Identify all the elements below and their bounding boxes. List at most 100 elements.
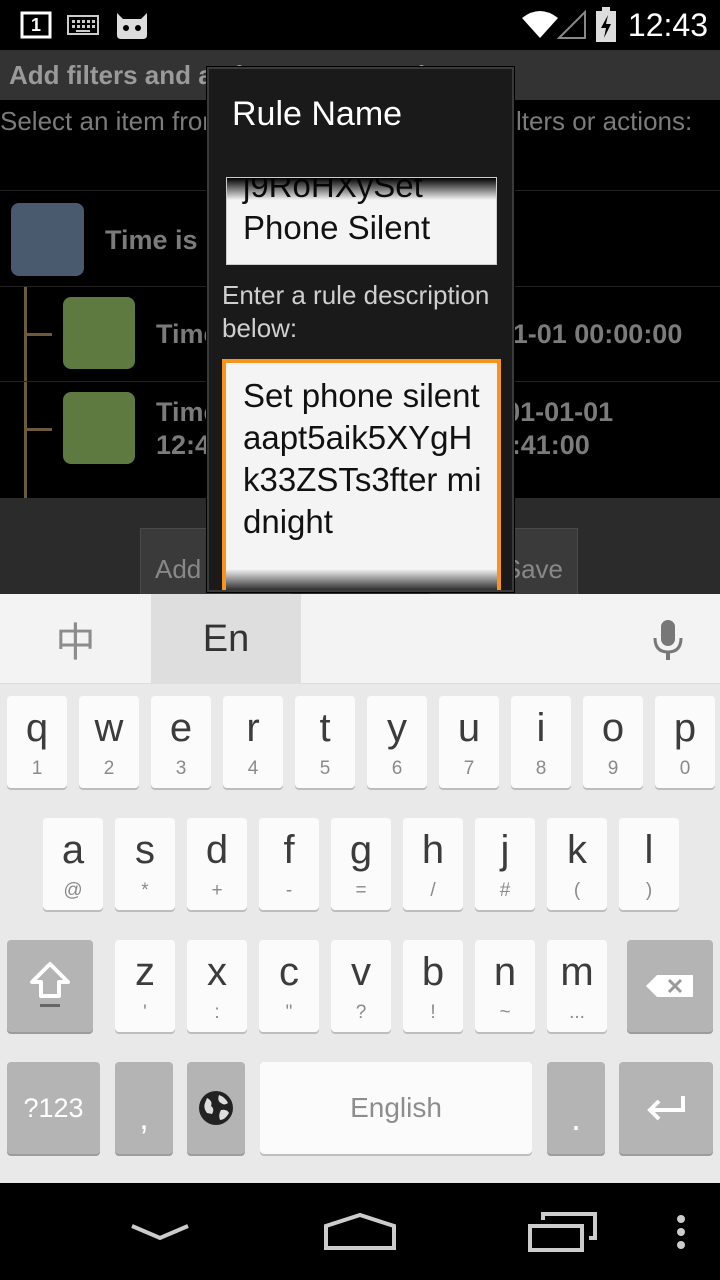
- home-icon[interactable]: [310, 1183, 410, 1280]
- keyboard-icon: [66, 0, 100, 50]
- key-alt-label: !: [430, 1002, 436, 1023]
- key-alt-label: ?: [355, 1002, 367, 1023]
- key-c[interactable]: c ": [259, 940, 319, 1032]
- shift-arrow-icon: [30, 962, 70, 1007]
- key-label: e: [169, 706, 193, 750]
- symbols-key[interactable]: ?123: [7, 1062, 100, 1154]
- key-label: s: [135, 828, 155, 872]
- key-label: n: [493, 950, 517, 994]
- key-label: v: [351, 950, 371, 994]
- key-g[interactable]: g =: [331, 818, 391, 910]
- period-key-label: .: [570, 1097, 581, 1138]
- key-label: o: [601, 706, 625, 750]
- key-b[interactable]: b!: [403, 940, 463, 1032]
- key-a[interactable]: a @: [43, 818, 103, 910]
- rule-name-dialog: Rule Name j9RoHXySet Phone Silent Enter …: [207, 67, 514, 592]
- period-key[interactable]: .: [547, 1062, 605, 1154]
- navigation-bar: [0, 1183, 720, 1280]
- key-t[interactable]: t5: [295, 696, 355, 788]
- key-label: y: [387, 706, 407, 750]
- key-label: h: [421, 828, 445, 872]
- battery-charging-icon: [592, 0, 620, 50]
- tree-branch: [24, 428, 52, 431]
- key-e[interactable]: e3: [151, 696, 211, 788]
- chinese-input-button[interactable]: 中: [0, 594, 151, 684]
- key-alt-label: #: [499, 880, 511, 901]
- key-alt-label: +: [211, 880, 223, 901]
- key-x[interactable]: x:: [187, 940, 247, 1032]
- key-i[interactable]: i8: [511, 696, 571, 788]
- dialog-title: Rule Name: [232, 95, 403, 133]
- rule-description-input[interactable]: Set phone silent aapt5aik5XYgHk33ZSTs3ft…: [222, 359, 501, 590]
- key-alt-label: 1: [31, 758, 43, 779]
- key-label: f: [283, 828, 295, 872]
- key-alt-label: ): [645, 880, 653, 901]
- key-u[interactable]: u7: [439, 696, 499, 788]
- microphone-icon[interactable]: [648, 618, 688, 662]
- key-label: k: [567, 828, 587, 872]
- key-z[interactable]: z ': [115, 940, 175, 1032]
- key-alt-label: /: [430, 880, 436, 901]
- status-bar: 1 12:43: [0, 0, 720, 50]
- key-label: d: [205, 828, 229, 872]
- backspace-icon: [646, 975, 693, 997]
- space-key[interactable]: English: [260, 1062, 532, 1154]
- key-l[interactable]: l): [619, 818, 679, 910]
- key-label: x: [207, 950, 227, 994]
- key-alt-label: ~: [499, 1002, 511, 1023]
- rule-name-input[interactable]: j9RoHXySet Phone Silent: [226, 177, 497, 265]
- enter-key[interactable]: [619, 1062, 713, 1154]
- key-label: a: [61, 828, 85, 872]
- key-label: g: [349, 828, 373, 872]
- key-alt-label: 0: [679, 758, 691, 779]
- key-alt-label: -: [285, 880, 293, 901]
- key-label: u: [457, 706, 481, 750]
- key-y[interactable]: y6: [367, 696, 427, 788]
- key-alt-label: ': [143, 1002, 147, 1023]
- key-label: b: [421, 950, 445, 994]
- soft-keyboard: 中 En q1w2e3r4t5y6u7i8o9p0 a @ s * d + f - g = h / j #…: [0, 594, 720, 1183]
- key-w[interactable]: w2: [79, 696, 139, 788]
- key-r[interactable]: r4: [223, 696, 283, 788]
- tree-branch: [24, 333, 52, 336]
- notification-count-icon: 1: [18, 0, 54, 50]
- key-o[interactable]: o9: [583, 696, 643, 788]
- symbols-key-label: ?123: [23, 1092, 84, 1123]
- list-item-label: Time is: [105, 225, 198, 255]
- key-alt-label: 8: [535, 758, 547, 779]
- key-alt-label: (: [573, 880, 581, 901]
- enter-icon: [647, 1096, 685, 1121]
- key-label: t: [319, 706, 331, 750]
- status-clock: 12:43: [627, 7, 708, 43]
- key-alt-label: =: [355, 880, 367, 901]
- key-alt-label: ...: [569, 1002, 585, 1023]
- key-v[interactable]: v?: [331, 940, 391, 1032]
- filter-icon: [63, 297, 135, 369]
- key-n[interactable]: n ~: [475, 940, 535, 1032]
- backspace-key[interactable]: [627, 940, 713, 1032]
- key-label: i: [536, 706, 546, 750]
- english-input-button[interactable]: En: [151, 594, 301, 684]
- key-m[interactable]: m...: [547, 940, 607, 1032]
- key-s[interactable]: s *: [115, 818, 175, 910]
- key-j[interactable]: j #: [475, 818, 535, 910]
- shift-key[interactable]: [7, 940, 93, 1032]
- key-k[interactable]: k(: [547, 818, 607, 910]
- comma-key[interactable]: ,: [115, 1062, 173, 1154]
- key-h[interactable]: h /: [403, 818, 463, 910]
- back-icon[interactable]: [110, 1183, 210, 1280]
- key-d[interactable]: d +: [187, 818, 247, 910]
- key-q[interactable]: q1: [7, 696, 67, 788]
- recents-icon[interactable]: [512, 1183, 612, 1280]
- key-alt-label: :: [214, 1002, 220, 1023]
- cyanogen-mascot-icon: [112, 0, 152, 50]
- menu-icon[interactable]: [660, 1183, 702, 1280]
- language-switch-key[interactable]: [187, 1062, 245, 1154]
- key-p[interactable]: p0: [655, 696, 715, 788]
- key-alt-label: *: [141, 880, 149, 901]
- key-label: r: [246, 706, 260, 750]
- key-f[interactable]: f-: [259, 818, 319, 910]
- globe-icon: [199, 1091, 233, 1125]
- scroll-fade: [227, 178, 496, 200]
- comma-key-label: ,: [139, 1098, 149, 1137]
